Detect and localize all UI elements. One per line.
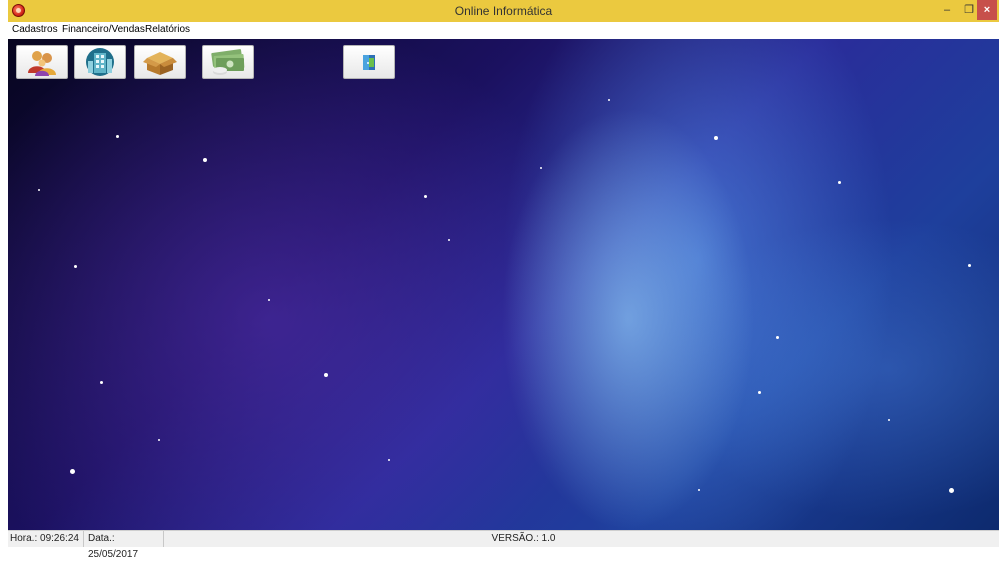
close-button[interactable]: × bbox=[977, 0, 997, 20]
status-bar: Hora.: 09:26:24 Data.: 25/05/2017 VERSÃO… bbox=[8, 530, 999, 560]
exit-door-icon bbox=[363, 55, 375, 70]
star bbox=[714, 136, 718, 140]
star bbox=[324, 373, 328, 377]
building-icon bbox=[86, 48, 114, 76]
star bbox=[70, 469, 75, 474]
status-date: Data.: 25/05/2017 bbox=[86, 531, 164, 560]
star bbox=[448, 239, 450, 241]
star bbox=[100, 381, 103, 384]
menu-cadastros[interactable]: Cadastros bbox=[12, 24, 58, 35]
star bbox=[540, 167, 542, 169]
star bbox=[758, 391, 761, 394]
star bbox=[698, 489, 700, 491]
star bbox=[949, 488, 954, 493]
toolbar bbox=[8, 39, 999, 86]
main-window: Online Informática – ❐ × Cadastros Finan… bbox=[8, 0, 999, 560]
users-icon bbox=[28, 51, 56, 76]
companies-button[interactable] bbox=[74, 45, 126, 79]
money-icon bbox=[211, 49, 245, 75]
star bbox=[38, 189, 40, 191]
menu-financeiro-vendas[interactable]: Financeiro/Vendas bbox=[62, 24, 145, 35]
star bbox=[203, 158, 207, 162]
box-icon bbox=[143, 52, 177, 75]
star bbox=[888, 419, 890, 421]
minimize-button[interactable]: – bbox=[936, 0, 958, 20]
status-time: Hora.: 09:26:24 bbox=[8, 531, 84, 547]
star bbox=[388, 459, 390, 461]
window-title: Online Informática bbox=[454, 4, 553, 18]
title-bar[interactable]: Online Informática – ❐ × bbox=[8, 0, 999, 22]
clients-button[interactable] bbox=[16, 45, 68, 79]
star bbox=[838, 181, 841, 184]
star bbox=[158, 439, 160, 441]
star bbox=[776, 336, 779, 339]
star bbox=[424, 195, 427, 198]
status-version: VERSÃO.: 1.0 bbox=[491, 533, 556, 544]
menu-relatorios[interactable]: Relatórios bbox=[145, 24, 190, 35]
desktop-background bbox=[8, 39, 999, 530]
menu-bar: Cadastros Financeiro/Vendas Relatórios bbox=[8, 22, 999, 39]
finance-button[interactable] bbox=[202, 45, 254, 79]
products-button[interactable] bbox=[134, 45, 186, 79]
star bbox=[268, 299, 270, 301]
exit-button[interactable] bbox=[343, 45, 395, 79]
star bbox=[608, 99, 610, 101]
star bbox=[116, 135, 119, 138]
star bbox=[968, 264, 971, 267]
star bbox=[74, 265, 77, 268]
